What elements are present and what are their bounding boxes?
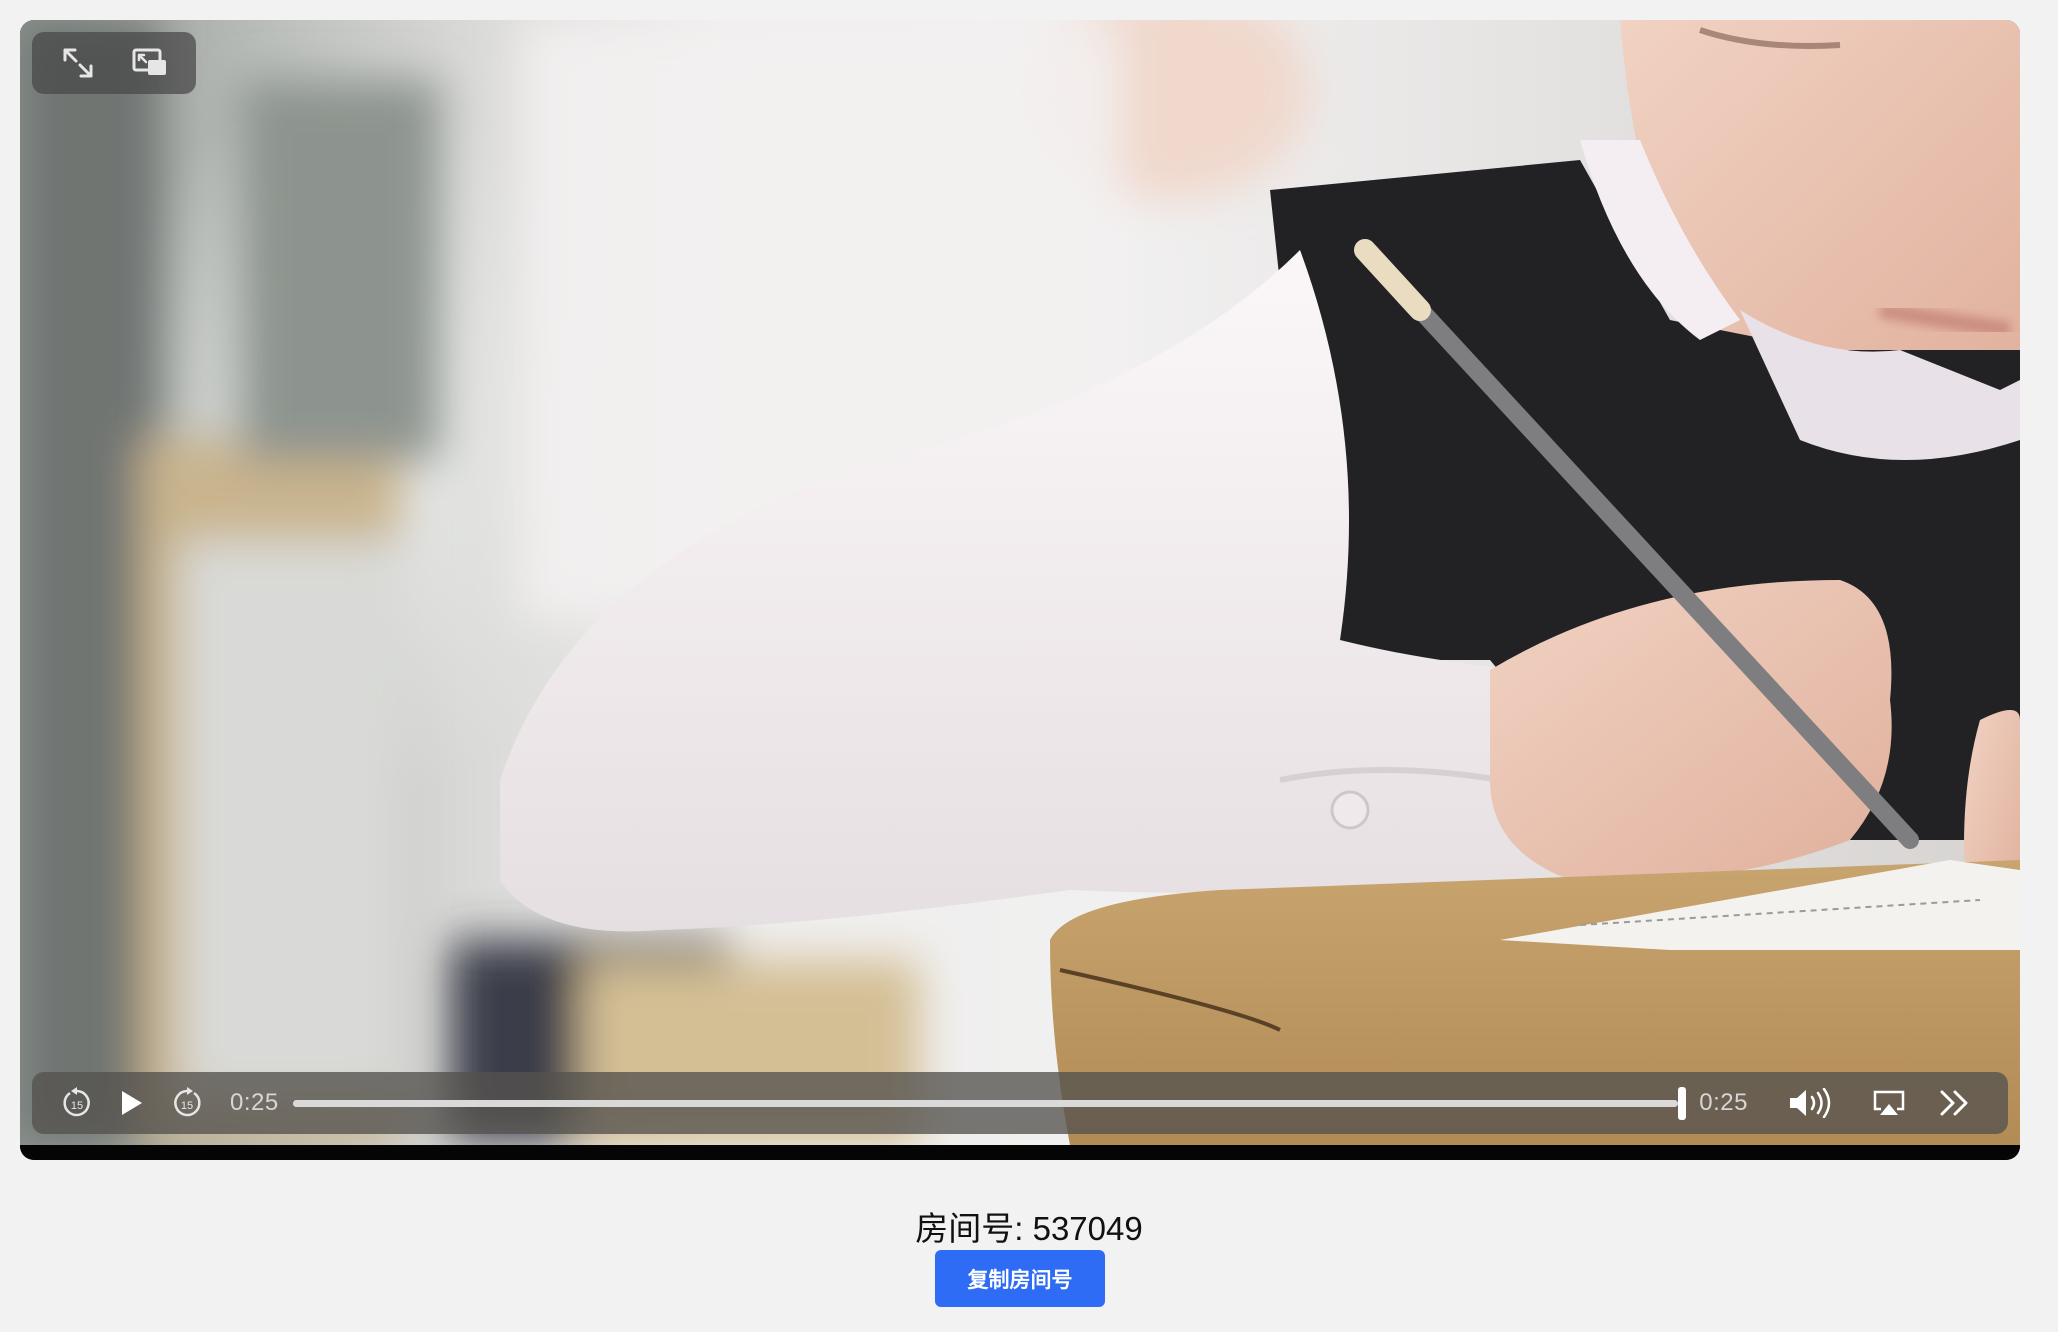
skip-back-15-icon: 15 (63, 1087, 90, 1117)
copy-room-number-button[interactable]: 复制房间号 (935, 1250, 1105, 1307)
airplay-button[interactable] (1856, 1072, 1922, 1134)
play-icon (122, 1091, 142, 1115)
play-button[interactable] (102, 1072, 162, 1134)
expand-arrows-icon[interactable] (58, 43, 98, 83)
video-player[interactable]: 15 15 0:25 0:25 (20, 20, 2020, 1160)
progress-fill (292, 1100, 1678, 1107)
progress-slider[interactable] (292, 1072, 1686, 1134)
room-number-label: 房间号: 537049 (915, 1210, 1143, 1247)
skip-forward-button[interactable]: 15 (162, 1072, 212, 1134)
picture-in-picture-icon[interactable] (130, 43, 170, 83)
more-chevron-icon (1940, 1090, 1968, 1116)
skip-back-button[interactable]: 15 (52, 1072, 102, 1134)
airplay-icon (1873, 1090, 1905, 1115)
skip-forward-15-icon: 15 (174, 1087, 201, 1117)
svg-text:15: 15 (71, 1100, 83, 1112)
volume-button[interactable] (1766, 1072, 1856, 1134)
control-bar: 15 15 0:25 0:25 (32, 1072, 2008, 1134)
video-bottom-edge (20, 1145, 2020, 1160)
progress-thumb[interactable] (1677, 1087, 1686, 1120)
volume-icon (1790, 1088, 1831, 1118)
video-frame[interactable] (20, 20, 2020, 1145)
svg-text:15: 15 (181, 1100, 193, 1112)
duration: 0:25 (1699, 1089, 1748, 1116)
more-button[interactable] (1922, 1072, 1988, 1134)
video-scene (20, 20, 2020, 1145)
current-time: 0:25 (230, 1089, 279, 1116)
top-controls (32, 32, 196, 94)
